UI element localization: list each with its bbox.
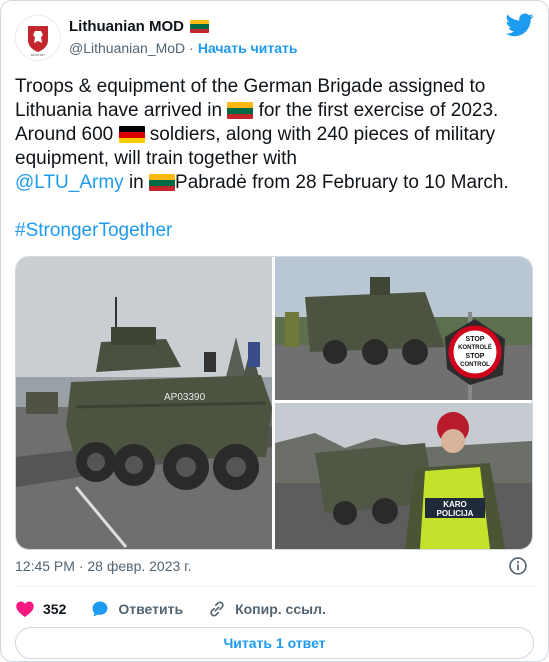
vest-text-2: POLICIJA (437, 509, 474, 518)
stop-sign-text-1: STOP (466, 336, 485, 343)
photo-boxer-vehicle[interactable]: AP03390 (16, 257, 272, 549)
photo-military-police-image: KARO POLICIJA (275, 403, 532, 549)
author-handle[interactable]: @Lithuanian_MoD (69, 40, 185, 56)
avatar[interactable]: MINISTRY (15, 15, 61, 61)
like-button[interactable]: 352 (15, 599, 66, 619)
photo-checkpoint[interactable]: STOP KONTROLĖ STOP CONTROL (275, 257, 532, 400)
reply-button[interactable]: Ответить (90, 599, 183, 619)
tweet-text-segment: equipment, will train together with (15, 148, 297, 169)
divider (15, 586, 534, 587)
tweet-line: Around 600 soldiers, along with 240 piec… (15, 123, 535, 147)
tweet-text-segment: Pabradė from 28 February to 10 March. (175, 172, 509, 193)
svg-text:MINISTRY: MINISTRY (31, 53, 45, 57)
read-replies-button[interactable]: Читать 1 ответ (15, 627, 534, 659)
stop-sign-text-3: STOP (466, 353, 485, 360)
tweet-line: Lithuania have arrived in for the first … (15, 99, 535, 123)
tweet-line: @LTU_Army in Pabradė from 28 February to… (15, 171, 535, 195)
stop-sign-text-4: CONTROL (460, 362, 490, 368)
vehicle-plate-text: AP03390 (164, 392, 206, 403)
media-grid: AP03390 STOP KONTROLĖ STOP CONTROL KARO … (15, 256, 533, 550)
author-display-name[interactable]: Lithuanian MOD (69, 18, 184, 35)
lithuania-flag-icon (149, 174, 176, 192)
tweet-line: Troops & equipment of the German Brigade… (15, 75, 535, 99)
author-names: Lithuanian MOD @Lithuanian_MoD · Начать … (69, 18, 298, 56)
lithuania-flag-icon (190, 20, 209, 33)
tweet-timestamp[interactable]: 12:45 PM · 28 февр. 2023 г. (15, 558, 191, 574)
photo-military-police[interactable]: KARO POLICIJA (275, 403, 532, 549)
tweet-text-segment: soldiers, along with 240 pieces of milit… (144, 124, 496, 145)
germany-flag-icon (118, 126, 145, 144)
author-display-name-row: Lithuanian MOD (69, 18, 298, 35)
copy-link-button[interactable]: Копир. ссыл. (207, 599, 326, 619)
heart-icon (16, 601, 34, 617)
handle-row: @Lithuanian_MoD · Начать читать (69, 40, 298, 56)
info-icon[interactable] (508, 556, 528, 576)
tweet-line: #StrongerTogether (15, 219, 535, 243)
twitter-bird-icon[interactable] (506, 13, 534, 37)
speech-bubble-icon (92, 601, 108, 617)
reply-label: Ответить (118, 601, 184, 617)
tweet-card: MINISTRY Lithuanian MOD @Lithuanian_MoD … (0, 0, 549, 662)
stop-sign-text-2: KONTROLĖ (458, 344, 492, 351)
ministry-emblem-icon: MINISTRY (16, 16, 60, 60)
mention-link[interactable]: @LTU_Army (15, 172, 124, 193)
link-icon (210, 601, 224, 617)
tweet-line: equipment, will train together with (15, 147, 535, 171)
vest-text-1: KARO (443, 500, 467, 509)
tweet-text-segment: in (123, 172, 150, 193)
action-bar: 352 Ответить Копир. ссыл. (15, 597, 350, 621)
tweet-text-segment: Lithuania have arrived in (15, 100, 228, 121)
tweet-text: Troops & equipment of the German Brigade… (15, 75, 535, 243)
tweet-text-segment: Troops & equipment of the German Brigade… (15, 76, 486, 97)
tweet-text-segment: for the first exercise of 2023. (253, 100, 499, 121)
tweet-header: MINISTRY Lithuanian MOD @Lithuanian_MoD … (15, 13, 534, 61)
copy-link-label: Копир. ссыл. (235, 601, 326, 617)
lithuania-flag-icon (227, 102, 254, 120)
follow-button[interactable]: Начать читать (198, 40, 298, 56)
like-count: 352 (43, 601, 67, 617)
photo-checkpoint-image: STOP KONTROLĖ STOP CONTROL (275, 257, 532, 400)
tweet-text-segment: Around 600 (15, 124, 119, 145)
hashtag-link[interactable]: #StrongerTogether (15, 220, 172, 241)
photo-boxer-vehicle-image: AP03390 (16, 257, 272, 549)
